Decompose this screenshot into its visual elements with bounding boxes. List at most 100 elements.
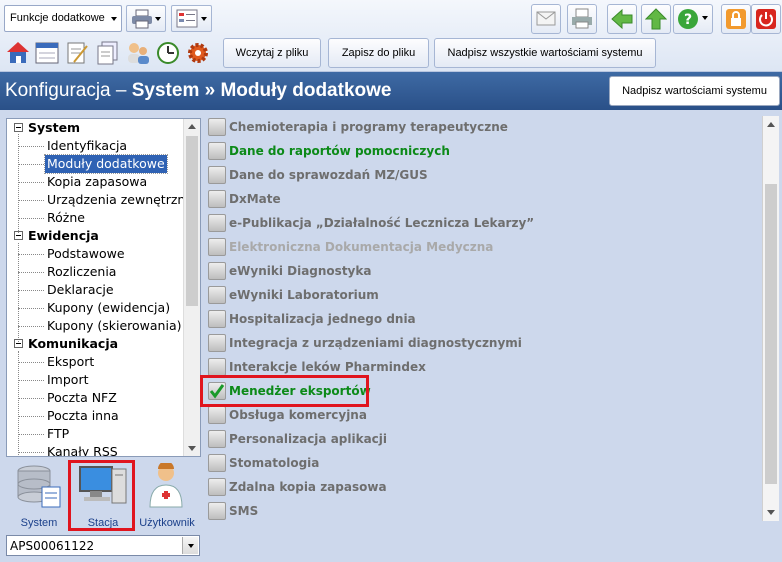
tree-connector: [18, 362, 44, 363]
module-checkbox[interactable]: [208, 310, 226, 328]
module-checkbox[interactable]: [208, 406, 226, 424]
module-checkbox[interactable]: [208, 214, 226, 232]
save-to-file-button[interactable]: Zapisz do pliku: [328, 38, 429, 68]
module-row[interactable]: Hospitalizacja jednego dnia: [204, 308, 754, 332]
station-select[interactable]: APS00061122: [6, 535, 200, 556]
tree-item-kanaly-rss[interactable]: Kanały RSS: [47, 443, 118, 456]
tree-item-rozne[interactable]: Różne: [47, 209, 85, 227]
overwrite-all-system-button[interactable]: Nadpisz wszystkie wartościami systemu: [434, 38, 656, 68]
scroll-down-icon[interactable]: [188, 446, 196, 451]
documents-button[interactable]: [94, 38, 122, 68]
lock-button[interactable]: [721, 4, 751, 34]
tree-item-urzadzenia[interactable]: Urządzenia zewnętrzne: [47, 191, 193, 209]
back-arrow-icon: [611, 8, 633, 30]
scope-system-button[interactable]: System: [8, 463, 70, 531]
tree-connector: [18, 452, 44, 453]
module-checkbox[interactable]: [208, 334, 226, 352]
tree-group-system[interactable]: System: [14, 119, 80, 137]
tree-item-ftp[interactable]: FTP: [47, 425, 69, 443]
tree-item-import[interactable]: Import: [47, 371, 89, 389]
calendar-button[interactable]: [33, 38, 61, 68]
module-row[interactable]: Dane do sprawozdań MZ/GUS: [204, 164, 754, 188]
document-edit-button[interactable]: [63, 38, 91, 68]
module-name: Hospitalizacja jednego dnia: [229, 312, 416, 326]
patients-button[interactable]: [124, 38, 152, 68]
module-checkbox[interactable]: [208, 478, 226, 496]
module-row[interactable]: eWyniki Diagnostyka: [204, 260, 754, 284]
module-row[interactable]: Dane do raportów pomocniczych: [204, 140, 754, 164]
tree-item-poczta-nfz[interactable]: Poczta NFZ: [47, 389, 117, 407]
module-row[interactable]: Elektroniczna Dokumentacja Medyczna: [204, 236, 754, 260]
module-name: Personalizacja aplikacji: [229, 432, 388, 446]
scrollbar-thumb[interactable]: [186, 136, 198, 306]
back-button[interactable]: [607, 4, 637, 34]
mail-button[interactable]: [531, 4, 561, 34]
module-row[interactable]: Zdalna kopia zapasowa: [204, 476, 754, 500]
tree-scrollbar[interactable]: [183, 119, 200, 456]
help-dropdown-button[interactable]: ?: [673, 4, 713, 34]
tree-item-eksport[interactable]: Eksport: [47, 353, 94, 371]
load-from-file-button[interactable]: Wczytaj z pliku: [223, 38, 321, 68]
calendar-icon: [35, 42, 59, 64]
module-checkbox[interactable]: [208, 454, 226, 472]
module-row[interactable]: e-Publikacja „Działalność Lecznicza Leka…: [204, 212, 754, 236]
tree-item-kupony-skierowania[interactable]: Kupony (skierowania): [47, 317, 182, 335]
module-checkbox[interactable]: [208, 238, 226, 256]
tree-item-moduly-dodatkowe[interactable]: Moduły dodatkowe: [44, 154, 168, 174]
tree-connector: [18, 272, 44, 273]
clock-button[interactable]: [154, 38, 182, 68]
module-name: Dane do raportów pomocniczych: [229, 144, 450, 158]
tree-item-rozliczenia[interactable]: Rozliczenia: [47, 263, 116, 281]
chevron-down-icon[interactable]: [182, 537, 198, 554]
collapse-icon[interactable]: [14, 231, 23, 240]
tree-item-poczta-inna[interactable]: Poczta inna: [47, 407, 119, 425]
home-button[interactable]: [4, 38, 32, 68]
module-row[interactable]: Obsługa komercyjna: [204, 404, 754, 428]
close-app-button[interactable]: [751, 4, 781, 34]
module-checkbox[interactable]: [208, 262, 226, 280]
module-row[interactable]: Personalizacja aplikacji: [204, 428, 754, 452]
tree-item-kopia-zapasowa[interactable]: Kopia zapasowa: [47, 173, 147, 191]
module-row[interactable]: eWyniki Laboratorium: [204, 284, 754, 308]
scroll-up-icon[interactable]: [188, 124, 196, 129]
scope-user-button[interactable]: Użytkownik: [136, 463, 198, 531]
tree-item-identyfikacja[interactable]: Identyfikacja: [47, 137, 127, 155]
module-row[interactable]: DxMate: [204, 188, 754, 212]
collapse-icon[interactable]: [14, 123, 23, 132]
tree-item-kupony-ewidencja[interactable]: Kupony (ewidencja): [47, 299, 170, 317]
page-header: Konfiguracja – System » Moduły dodatkowe…: [0, 72, 782, 110]
overwrite-system-button[interactable]: Nadpisz wartościami systemu: [609, 76, 780, 106]
highlight-box: [200, 375, 369, 407]
tree-item-deklaracje[interactable]: Deklaracje: [47, 281, 114, 299]
module-row[interactable]: Chemioterapia i programy terapeutyczne: [204, 116, 754, 140]
collapse-icon[interactable]: [14, 339, 23, 348]
tree-group-komunikacja[interactable]: Komunikacja: [14, 335, 118, 353]
tree-connector: [18, 290, 44, 291]
tree-group-ewidencja[interactable]: Ewidencja: [14, 227, 99, 245]
scroll-up-icon[interactable]: [767, 122, 775, 127]
module-checkbox[interactable]: [208, 190, 226, 208]
tree-item-podstawowe[interactable]: Podstawowe: [47, 245, 125, 263]
functions-dropdown[interactable]: Funkcje dodatkowe: [4, 5, 122, 32]
module-checkbox[interactable]: [208, 430, 226, 448]
module-checkbox[interactable]: [208, 286, 226, 304]
module-checkbox[interactable]: [208, 358, 226, 376]
tree-connector: [18, 218, 44, 219]
modules-scrollbar[interactable]: [762, 116, 779, 521]
print-preview-button[interactable]: [567, 4, 597, 34]
module-row[interactable]: Integracja z urządzeniami diagnostycznym…: [204, 332, 754, 356]
module-checkbox[interactable]: [208, 142, 226, 160]
module-checkbox[interactable]: [208, 502, 226, 520]
print-dropdown-button[interactable]: [126, 5, 166, 32]
scope-user-label: Użytkownik: [139, 517, 195, 529]
scroll-down-icon[interactable]: [767, 510, 775, 515]
module-checkbox[interactable]: [208, 166, 226, 184]
module-checkbox[interactable]: [208, 118, 226, 136]
gear-icon: [188, 43, 208, 63]
up-button[interactable]: [641, 4, 671, 34]
settings-button[interactable]: [184, 38, 212, 68]
module-row[interactable]: Stomatologia: [204, 452, 754, 476]
scrollbar-thumb[interactable]: [765, 184, 777, 484]
view-dropdown-button[interactable]: [171, 5, 212, 32]
module-row[interactable]: SMS: [204, 500, 754, 524]
